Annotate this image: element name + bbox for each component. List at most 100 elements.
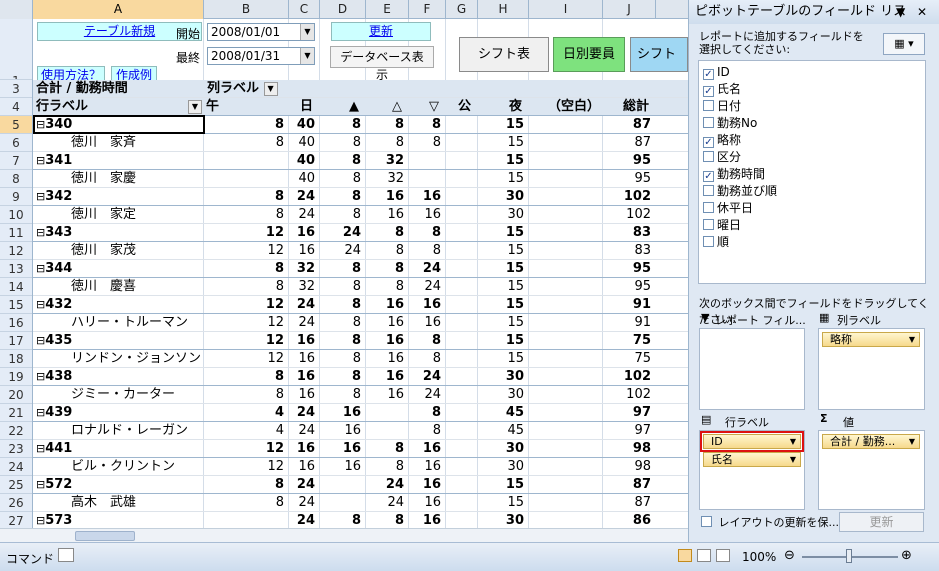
pivot-value-cell[interactable]: 8 [320,278,365,295]
row-header-22[interactable]: 22 [0,422,32,440]
field-list[interactable]: ✓ ID ✓ 氏名 日付 勤務No ✓ 略称 区分 ✓ 勤務時間 勤務並び順 休平日 曜日順 [698,60,926,284]
checkbox-icon[interactable] [703,151,714,162]
row-header-21[interactable]: 21 [0,404,32,422]
pivot-value-cell[interactable]: 30 [478,512,528,529]
pivot-value-cell[interactable]: 16 [409,440,445,457]
pivot-value-cell[interactable] [529,278,602,295]
pivot-value-cell[interactable]: 15 [478,260,528,277]
pivot-value-cell[interactable] [529,494,602,511]
pivot-value-cell[interactable] [446,278,477,295]
pivot-value-cell[interactable]: 83 [603,242,655,259]
pivot-value-cell[interactable]: 8 [320,116,365,133]
pivot-value-cell[interactable] [446,170,477,187]
pivot-value-cell[interactable]: 45 [478,422,528,439]
pivot-value-cell[interactable] [446,476,477,493]
column-header-g[interactable]: G [446,0,478,19]
pivot-member-label[interactable]: 徳川 家斉 [71,134,136,151]
checkbox-icon[interactable] [703,117,714,128]
collapse-icon[interactable]: ⊟ [36,478,45,491]
field-item[interactable]: 休平日 [703,200,753,216]
pivot-value-cell[interactable]: 97 [603,422,655,439]
pivot-value-cell[interactable] [529,296,602,313]
pivot-value-cell[interactable]: 15 [478,116,528,133]
pivot-value-cell[interactable] [529,332,602,349]
pivot-value-cell[interactable] [529,314,602,331]
column-header-a[interactable]: A [33,0,204,19]
row-field-chip-id[interactable]: ID ▼ [700,431,804,452]
pivot-value-cell[interactable]: 24 [289,314,319,331]
pivot-value-cell[interactable]: 24 [409,260,445,277]
field-item[interactable]: 順 [703,234,729,250]
pivot-value-cell[interactable]: 8 [409,422,445,439]
pivot-value-cell[interactable] [529,386,602,403]
pivot-value-cell[interactable]: 91 [603,296,655,313]
page-break-view-icon[interactable] [716,549,730,562]
pivot-value-cell[interactable] [529,512,602,529]
pivot-value-cell[interactable]: 40 [289,170,319,187]
pivot-group-label[interactable]: ⊟572 [36,476,72,493]
chevron-down-icon[interactable]: ▼ [909,435,915,448]
pivot-value-cell[interactable]: 8 [409,350,445,367]
pivot-value-cell[interactable]: 40 [289,152,319,169]
pivot-col-header[interactable]: △ [366,98,408,115]
pivot-value-cell[interactable]: 24 [409,386,445,403]
pivot-value-cell[interactable]: 87 [603,134,655,151]
panel-update-button[interactable]: 更新 [839,512,924,532]
zoom-level[interactable]: 100% [742,550,776,564]
pivot-col-header[interactable]: 総計 [603,98,655,115]
pivot-value-cell[interactable]: 16 [289,386,319,403]
page-layout-view-icon[interactable] [697,549,711,562]
pivot-value-cell[interactable]: 8 [204,386,288,403]
pivot-value-cell[interactable]: 40 [289,116,319,133]
pivot-value-cell[interactable]: 16 [366,296,408,313]
pivot-value-cell[interactable]: 12 [204,296,288,313]
pivot-value-cell[interactable]: 12 [204,242,288,259]
field-item[interactable]: 日付 [703,98,741,114]
pivot-value-cell[interactable]: 8 [320,350,365,367]
pivot-value-cell[interactable] [320,476,365,493]
pivot-value-cell[interactable]: 16 [289,350,319,367]
select-all-corner[interactable] [0,0,33,19]
pivot-value-cell[interactable] [446,404,477,421]
pivot-value-cell[interactable]: 16 [366,386,408,403]
pivot-value-cell[interactable]: 16 [320,440,365,457]
zoom-in-icon[interactable]: ⊕ [901,548,912,563]
pivot-value-cell[interactable]: 15 [478,134,528,151]
pivot-value-cell[interactable]: 16 [366,332,408,349]
collapse-icon[interactable]: ⊟ [36,334,45,347]
pivot-member-label[interactable]: ロナルド・レーガン [71,422,188,439]
row-header-5[interactable]: 5 [0,116,32,134]
start-date-combo[interactable]: 2008/01/01 ▼ [207,23,315,41]
macro-record-icon[interactable] [58,548,74,562]
pivot-value-cell[interactable]: 12 [204,224,288,241]
row-header-19[interactable]: 19 [0,368,32,386]
checkbox-icon[interactable] [703,202,714,213]
pivot-col-header[interactable]: 午 [206,98,290,115]
collapse-icon[interactable]: ⊟ [36,298,45,311]
pivot-value-cell[interactable]: 16 [409,188,445,205]
row-labels-area[interactable]: ID ▼ 氏名 ▼ [699,430,805,510]
pivot-member-label[interactable]: 高木 武雄 [71,494,136,511]
pivot-value-cell[interactable]: 8 [204,134,288,151]
pivot-value-cell[interactable]: 15 [478,224,528,241]
pivot-value-cell[interactable]: 8 [366,440,408,457]
pivot-value-cell[interactable] [409,152,445,169]
chevron-down-icon[interactable]: ▼ [790,435,796,448]
pivot-member-label[interactable]: ビル・クリントン [71,458,175,475]
pivot-value-cell[interactable]: 32 [366,152,408,169]
pivot-value-cell[interactable]: 24 [366,494,408,511]
pivot-value-cell[interactable] [320,494,365,511]
row-header-15[interactable]: 15 [0,296,32,314]
pivot-value-cell[interactable]: 32 [289,260,319,277]
pivot-value-cell[interactable]: 16 [289,224,319,241]
row-header-20[interactable]: 20 [0,386,32,404]
pivot-value-cell[interactable] [446,206,477,223]
checked-checkbox-icon[interactable]: ✓ [703,69,714,80]
pivot-value-cell[interactable]: 30 [478,368,528,385]
pivot-value-cell[interactable]: 15 [478,314,528,331]
pivot-value-cell[interactable]: 24 [320,224,365,241]
new-table-link[interactable]: テーブル新規 [84,24,155,38]
pivot-group-label[interactable]: ⊟342 [36,188,72,205]
pivot-value-cell[interactable]: 86 [603,512,655,529]
column-header-b[interactable]: B [204,0,289,19]
